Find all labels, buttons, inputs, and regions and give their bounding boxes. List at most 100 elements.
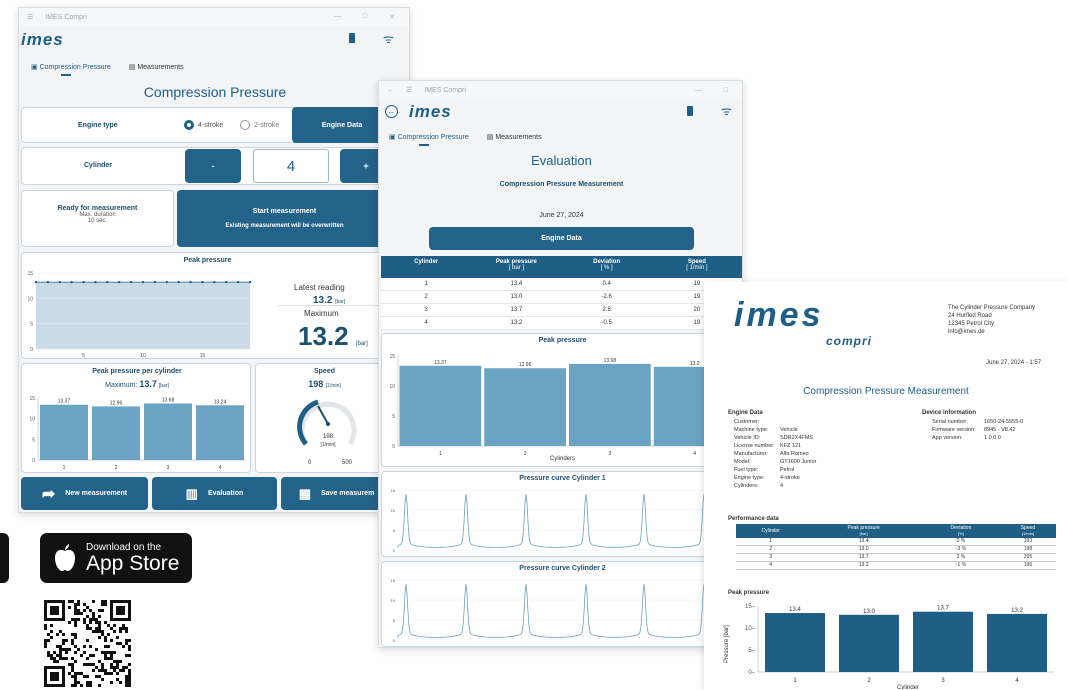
radio-2-stroke[interactable]: 2-stroke bbox=[240, 120, 279, 130]
menu-icon-2[interactable]: ☰ bbox=[406, 86, 412, 94]
category-label: 4 bbox=[219, 465, 222, 471]
y-tick-label: 0 bbox=[30, 347, 33, 353]
y-tick-label: 10 bbox=[29, 417, 35, 423]
cylinder-value[interactable]: 4 bbox=[253, 149, 329, 183]
qr-module bbox=[86, 639, 89, 642]
peak-pressure-line-chart: 0 5 10 15 5 10 15 bbox=[27, 271, 252, 359]
maximize-icon-2[interactable]: □ bbox=[724, 87, 728, 94]
qr-module bbox=[116, 666, 119, 669]
qr-module bbox=[71, 684, 74, 687]
qr-module bbox=[74, 636, 77, 639]
minimize-icon-2[interactable]: — bbox=[695, 87, 702, 94]
qr-module bbox=[128, 654, 131, 657]
qr-module bbox=[74, 606, 77, 609]
perf-row: 2 13.0 -3 % 198 bbox=[736, 546, 1056, 554]
app-logo-2: imes bbox=[409, 102, 452, 121]
qr-module bbox=[47, 633, 50, 636]
qr-module bbox=[83, 645, 86, 648]
qr-module bbox=[128, 675, 131, 678]
y-tick-label: 0 bbox=[393, 638, 396, 643]
start-measurement-button[interactable]: Start measurement Existing measurement w… bbox=[177, 190, 392, 247]
info-row: Model: GT1600 Junior bbox=[734, 458, 816, 466]
qr-module bbox=[68, 606, 71, 609]
y-tick-label: 5 bbox=[392, 414, 395, 420]
device-info-title: Device information bbox=[922, 410, 977, 416]
table-cell: 2.8 bbox=[602, 307, 611, 313]
qr-module bbox=[68, 672, 71, 675]
category-label: 3 bbox=[941, 678, 945, 684]
tab-compression-pressure[interactable]: ▣ Compression Pressure bbox=[31, 63, 111, 76]
qr-module bbox=[101, 651, 104, 654]
cylinder-minus-button[interactable]: - bbox=[185, 149, 241, 183]
engine-data-title: Engine Data bbox=[728, 410, 763, 416]
maximize-icon[interactable]: □ bbox=[363, 13, 367, 21]
engine-data-button-2[interactable]: Engine Data bbox=[429, 227, 694, 250]
info-row: Customer: bbox=[734, 418, 816, 426]
battery-icon-2 bbox=[687, 106, 693, 116]
save-measurement-button[interactable]: ▦ Save measurem bbox=[281, 477, 392, 510]
minimize-icon[interactable]: — bbox=[334, 13, 341, 21]
qr-module bbox=[50, 624, 53, 627]
qr-module bbox=[110, 657, 113, 660]
qr-module bbox=[98, 675, 101, 678]
close-icon[interactable]: ✕ bbox=[389, 13, 395, 21]
qr-module bbox=[98, 615, 101, 618]
qr-module bbox=[65, 657, 68, 660]
qr-module bbox=[101, 609, 104, 612]
qr-module bbox=[128, 681, 131, 684]
qr-module bbox=[50, 654, 53, 657]
qr-module bbox=[71, 639, 74, 642]
info-key: Serial number: bbox=[932, 419, 968, 425]
radio-4-stroke[interactable]: 4-stroke bbox=[184, 120, 223, 130]
engine-data-button[interactable]: Engine Data bbox=[292, 107, 392, 143]
tab-measurements[interactable]: ▤ Measurements bbox=[129, 63, 184, 71]
data-point bbox=[46, 280, 50, 284]
qr-module bbox=[53, 651, 56, 654]
engine-data-list: Customer: Machine type: Vehicle Vehicle ID:… bbox=[734, 418, 816, 490]
qr-module bbox=[86, 615, 89, 618]
app-store-small: Download on the bbox=[86, 541, 162, 553]
qr-module bbox=[101, 603, 104, 606]
info-row: Engine type: 4-stroke bbox=[734, 474, 816, 482]
info-value: Alfa Romeo bbox=[780, 451, 809, 457]
qr-module bbox=[119, 681, 122, 684]
app-store-badge[interactable]: Download on the App Store bbox=[40, 533, 192, 583]
report-chart-title: Peak pressure bbox=[728, 590, 770, 596]
qr-module bbox=[74, 681, 77, 684]
new-measurement-button[interactable]: ➦ New measurement bbox=[21, 477, 148, 510]
qr-module bbox=[86, 663, 89, 666]
y-tick-label: 5 bbox=[32, 437, 35, 443]
tab-measurements-2[interactable]: ▤ Measurements bbox=[487, 133, 542, 141]
qr-module bbox=[122, 624, 125, 627]
qr-module bbox=[119, 642, 122, 645]
qr-module bbox=[56, 660, 59, 663]
curve-card-1: Pressure curve Cylinder 1 0 5 10 15 bbox=[381, 471, 742, 557]
back-circle-icon[interactable]: ← bbox=[385, 105, 398, 118]
bar bbox=[484, 368, 566, 446]
y-tick-label: 5– bbox=[748, 648, 755, 654]
qr-module bbox=[77, 600, 80, 603]
tab-compression-pressure-2[interactable]: ▣ Compression Pressure bbox=[389, 133, 469, 146]
bar bbox=[987, 613, 1047, 672]
report-page: imes compri The Cylinder Pressure Compan… bbox=[704, 282, 1068, 690]
qr-module bbox=[68, 648, 71, 651]
data-point bbox=[201, 280, 204, 284]
info-key: App version: bbox=[932, 435, 963, 441]
info-value: 1.0.0.0 bbox=[984, 435, 1001, 441]
data-point bbox=[129, 280, 133, 284]
qr-module bbox=[128, 648, 131, 651]
bar bbox=[839, 614, 899, 672]
qr-module bbox=[80, 672, 83, 675]
qr-module bbox=[98, 624, 101, 627]
table-cell: 13.7 bbox=[510, 307, 523, 313]
qr-module bbox=[68, 621, 71, 624]
perf-cell: 13.4 bbox=[858, 538, 869, 544]
back-icon[interactable]: ← bbox=[387, 87, 394, 94]
qr-module bbox=[92, 618, 95, 621]
x-tick-label: 5 bbox=[82, 353, 85, 359]
bar-label: 13.2 bbox=[1011, 608, 1023, 614]
table-cell: 0.4 bbox=[602, 281, 611, 287]
evaluation-button[interactable]: ▥ Evaluation bbox=[152, 477, 277, 510]
menu-icon[interactable]: ☰ bbox=[27, 13, 33, 21]
data-point bbox=[106, 280, 109, 284]
